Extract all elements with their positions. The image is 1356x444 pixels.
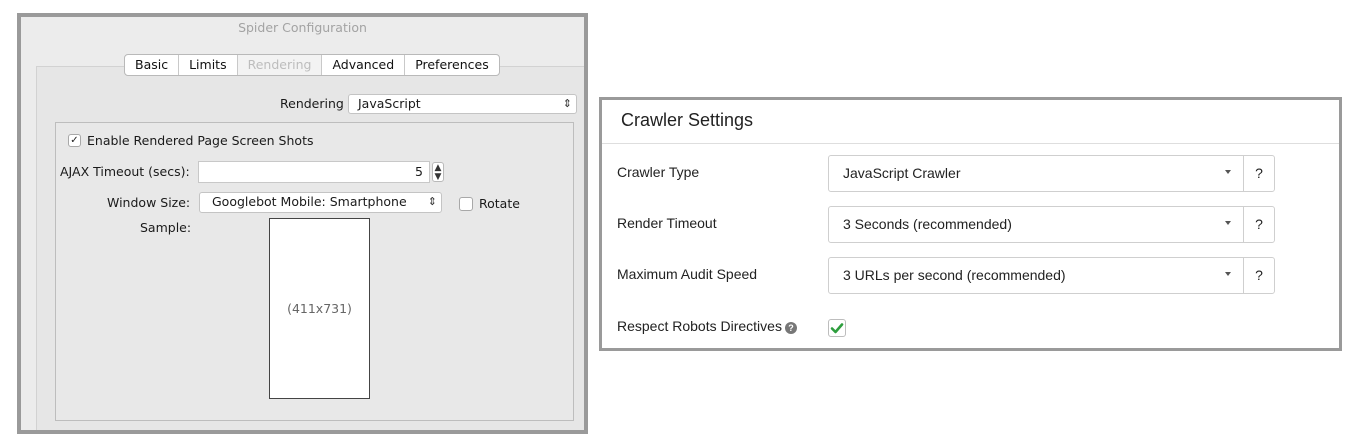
spider-configuration-window: Spider Configuration Basic Limits Render… [17,13,588,434]
checkmark-icon: ✓ [70,135,79,146]
robots-directives-label: Respect Robots Directives [617,318,782,334]
crawler-type-help-button[interactable]: ? [1243,155,1275,192]
window-title: Spider Configuration [238,20,367,35]
tab-limits[interactable]: Limits [179,55,238,75]
crawler-type-label: Crawler Type [617,164,700,180]
audit-speed-label: Maximum Audit Speed [617,266,758,282]
rotate-checkbox-label: Rotate [479,196,520,211]
window-size-label: Window Size: [107,195,191,210]
robots-directives-checkbox[interactable] [828,319,846,337]
tab-bar: Basic Limits Rendering Advanced Preferen… [124,54,500,76]
ajax-timeout-field[interactable]: 5 [198,161,430,183]
caret-down-icon [1225,272,1231,276]
panel-title: Crawler Settings [602,100,1339,144]
question-circle-icon[interactable]: ? [784,322,797,334]
window-size-select[interactable]: Googlebot Mobile: Smartphone ⇕ [199,192,442,213]
audit-speed-value: 3 URLs per second (recommended) [843,267,1066,283]
tab-advanced[interactable]: Advanced [322,55,406,75]
sample-dimensions: (411x731) [287,301,352,316]
robots-directives-label-row: Respect Robots Directives? [617,318,797,334]
render-timeout-select[interactable]: 3 Seconds (recommended) [828,206,1244,243]
rotate-checkbox[interactable] [459,197,473,211]
ajax-timeout-stepper[interactable]: ▲ ▼ [432,162,444,182]
tab-preferences[interactable]: Preferences [405,55,499,75]
render-timeout-help-button[interactable]: ? [1243,206,1275,243]
screenshots-checkbox-label: Enable Rendered Page Screen Shots [87,133,314,148]
render-timeout-value: 3 Seconds (recommended) [843,216,1012,232]
screenshots-checkbox[interactable]: ✓ [68,134,81,147]
sample-label: Sample: [140,220,192,235]
crawler-type-value: JavaScript Crawler [843,165,961,181]
sample-preview: (411x731) [269,218,370,399]
audit-speed-select[interactable]: 3 URLs per second (recommended) [828,257,1244,294]
crawler-type-select[interactable]: JavaScript Crawler [828,155,1244,192]
audit-speed-help-button[interactable]: ? [1243,257,1275,294]
updown-arrows-icon: ⇕ [562,97,572,110]
tab-basic[interactable]: Basic [125,55,180,75]
rendering-label: Rendering [280,96,344,111]
rendering-select[interactable]: JavaScript ⇕ [348,94,577,114]
window-size-select-value: Googlebot Mobile: Smartphone [212,194,407,209]
crawler-settings-panel: Crawler Settings Crawler Type JavaScript… [599,97,1342,351]
ajax-timeout-label: AJAX Timeout (secs): [60,164,190,179]
updown-arrows-icon: ⇕ [427,195,437,208]
render-timeout-label: Render Timeout [617,215,717,231]
tab-rendering[interactable]: Rendering [237,55,323,75]
caret-down-icon [1225,170,1231,174]
caret-down-icon [1225,221,1231,225]
rendering-select-value: JavaScript [358,96,421,111]
green-checkmark-icon [830,323,844,334]
